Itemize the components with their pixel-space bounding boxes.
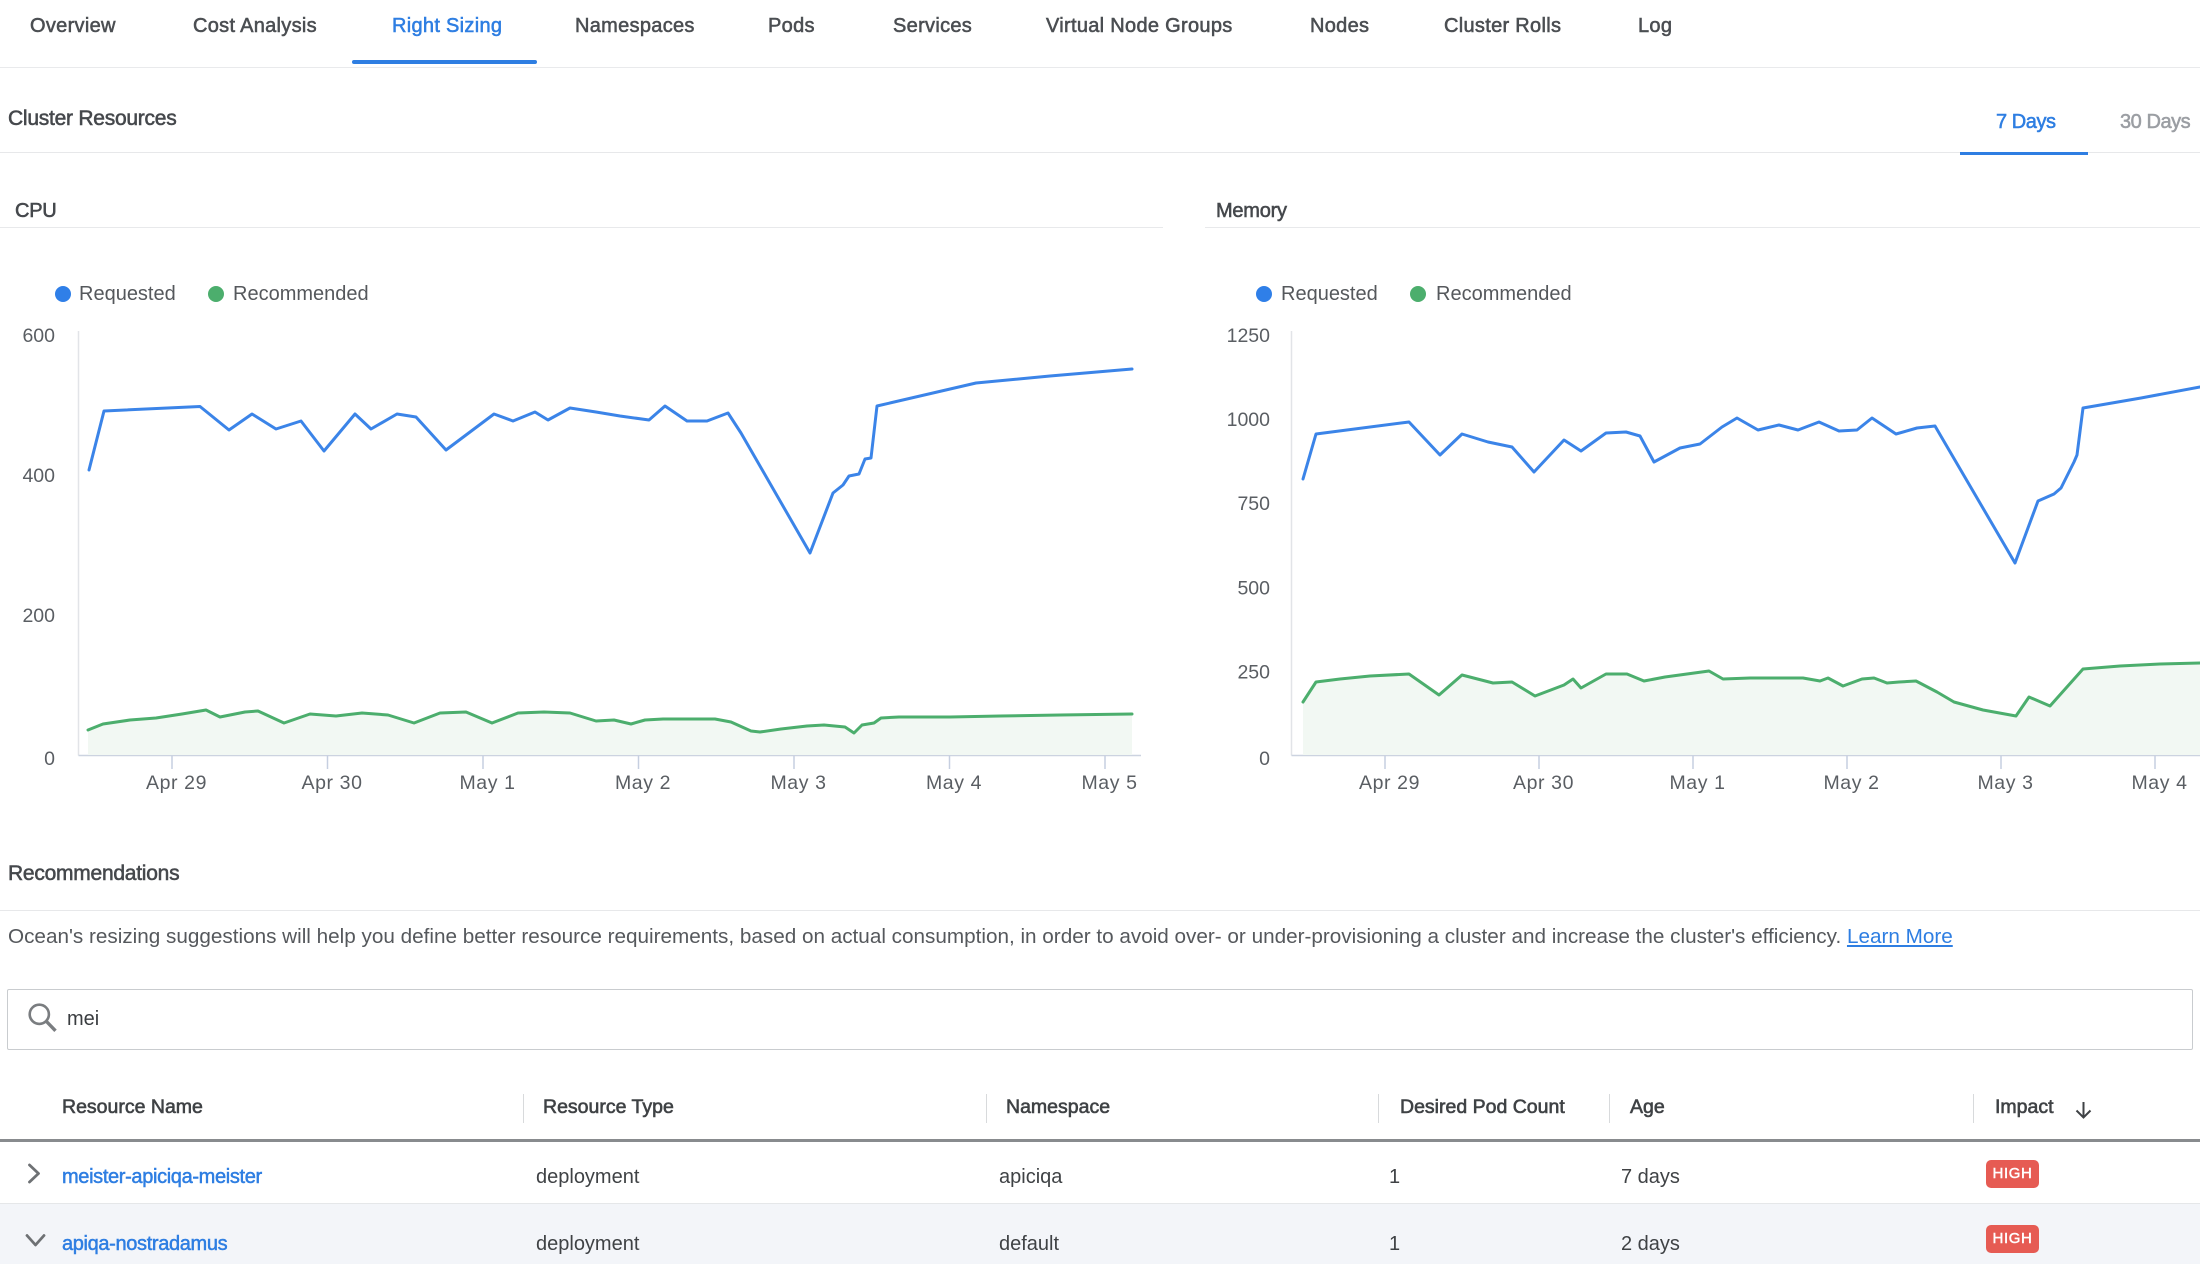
- svg-text:250: 250: [1237, 662, 1270, 684]
- svg-text:1250: 1250: [1227, 325, 1271, 347]
- svg-text:May 4: May 4: [2131, 772, 2187, 794]
- svg-text:May 2: May 2: [615, 772, 671, 794]
- svg-text:May 3: May 3: [1977, 772, 2033, 794]
- svg-text:750: 750: [1237, 493, 1270, 515]
- svg-text:May 1: May 1: [459, 772, 515, 794]
- svg-text:1000: 1000: [1227, 409, 1271, 431]
- svg-text:600: 600: [22, 325, 55, 347]
- svg-text:Apr 29: Apr 29: [146, 772, 207, 794]
- svg-text:Apr 30: Apr 30: [1513, 772, 1574, 794]
- svg-text:Apr 29: Apr 29: [1359, 772, 1420, 794]
- svg-text:400: 400: [22, 465, 55, 487]
- svg-text:May 5: May 5: [1081, 772, 1137, 794]
- svg-text:0: 0: [1259, 748, 1270, 770]
- svg-text:Apr 30: Apr 30: [301, 772, 362, 794]
- svg-text:500: 500: [1237, 578, 1270, 600]
- svg-text:May 3: May 3: [770, 772, 826, 794]
- svg-text:May 1: May 1: [1669, 772, 1725, 794]
- svg-text:0: 0: [44, 748, 55, 770]
- svg-text:200: 200: [22, 605, 55, 627]
- svg-text:May 4: May 4: [926, 772, 982, 794]
- svg-text:May 2: May 2: [1823, 772, 1879, 794]
